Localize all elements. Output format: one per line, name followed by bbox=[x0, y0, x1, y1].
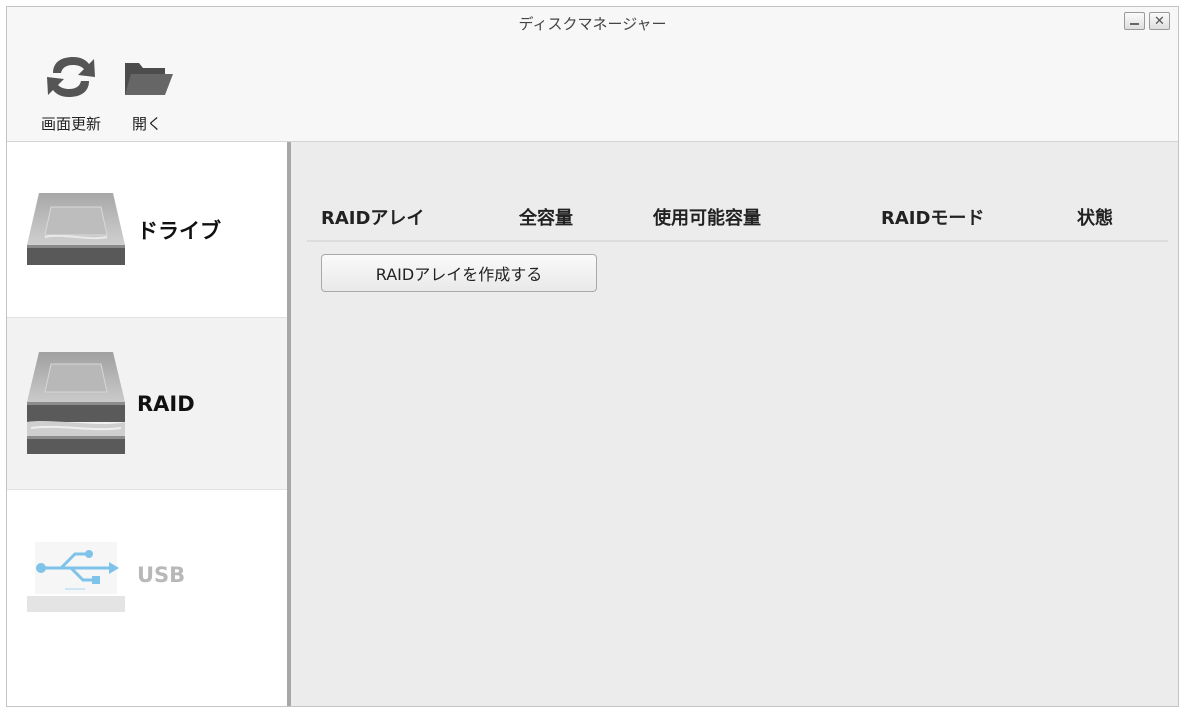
usb-icon bbox=[21, 532, 131, 618]
sidebar-item-label: ドライブ bbox=[137, 218, 221, 243]
refresh-icon bbox=[43, 51, 99, 103]
open-label: 開く bbox=[131, 115, 162, 133]
minimize-icon bbox=[1130, 23, 1139, 25]
column-header-raid-mode[interactable]: RAIDモード bbox=[881, 204, 984, 230]
folder-icon bbox=[119, 51, 175, 103]
toolbar: 画面更新 開く bbox=[7, 37, 1178, 142]
raid-drives-icon bbox=[21, 348, 131, 460]
sidebar-item-label: USB bbox=[137, 563, 186, 587]
refresh-button[interactable]: 画面更新 bbox=[41, 51, 101, 134]
title-bar: ディスクマネージャー ✕ bbox=[7, 7, 1178, 37]
refresh-label: 画面更新 bbox=[41, 115, 102, 133]
column-header-raid-array[interactable]: RAIDアレイ bbox=[321, 204, 424, 230]
header-divider bbox=[307, 240, 1168, 242]
window-controls: ✕ bbox=[1124, 12, 1170, 30]
column-header-total-capacity[interactable]: 全容量 bbox=[519, 204, 573, 230]
raid-array-panel: RAIDアレイ 全容量 使用可能容量 RAIDモード 状態 RAIDアレイを作成… bbox=[291, 142, 1178, 706]
open-button[interactable]: 開く bbox=[119, 51, 175, 134]
sidebar-item-usb: USB bbox=[7, 490, 287, 660]
column-header-status[interactable]: 状態 bbox=[1077, 204, 1113, 230]
window-title: ディスクマネージャー bbox=[518, 15, 667, 33]
sidebar-item-label: RAID bbox=[137, 391, 195, 416]
minimize-button[interactable] bbox=[1124, 12, 1145, 30]
sidebar: ドライブ RAID USB bbox=[7, 142, 291, 706]
hard-drive-icon bbox=[21, 187, 131, 273]
sidebar-item-raid[interactable]: RAID bbox=[7, 318, 287, 490]
close-icon: ✕ bbox=[1154, 13, 1165, 29]
sidebar-item-drive[interactable]: ドライブ bbox=[7, 142, 287, 318]
disk-manager-window: ディスクマネージャー ✕ 画面更新 開く ドライブ RAID USB RAIDア… bbox=[6, 6, 1179, 707]
create-raid-array-button[interactable]: RAIDアレイを作成する bbox=[321, 254, 597, 292]
close-button[interactable]: ✕ bbox=[1149, 12, 1170, 30]
column-header-usable-capacity[interactable]: 使用可能容量 bbox=[653, 204, 761, 230]
